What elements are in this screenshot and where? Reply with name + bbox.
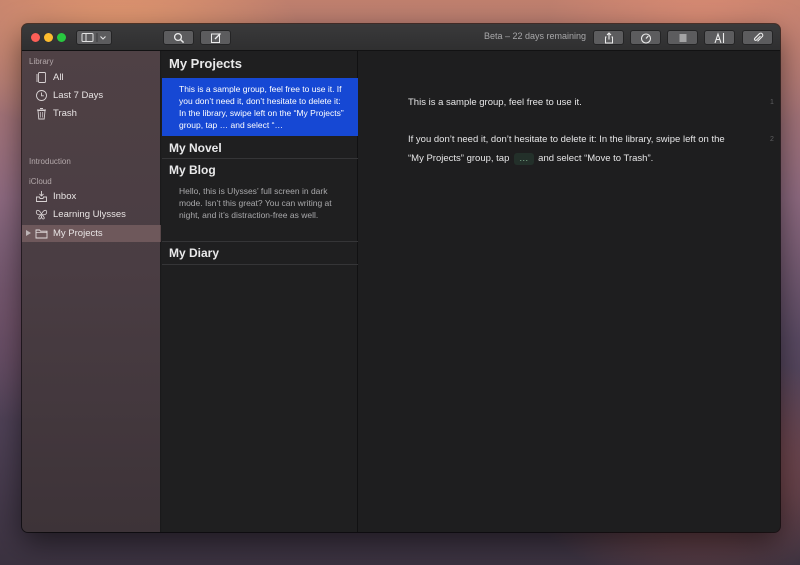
- list-icon: [679, 34, 686, 41]
- butterfly-icon: [35, 209, 48, 220]
- sheet-item-selected[interactable]: This is a sample group, feel free to use…: [162, 78, 358, 136]
- sidebar-item-label: My Projects: [53, 228, 103, 239]
- list-divider: [162, 158, 358, 159]
- sidebar-item-all[interactable]: All: [22, 69, 161, 86]
- sheet-list: My Projects This is a sample group, feel…: [162, 51, 358, 532]
- outline-button[interactable]: [667, 30, 698, 45]
- sidebar-item-label: All: [53, 72, 64, 83]
- library-sidebar: Library All Last 7 Days Trash Introducti…: [22, 51, 161, 532]
- sidebar-item-label: Learning Ulysses: [53, 209, 126, 220]
- sidebar-item-last-7-days[interactable]: Last 7 Days: [22, 87, 161, 104]
- sheet-item-my-blog[interactable]: Hello, this is Ulysses’ full screen in d…: [162, 180, 358, 240]
- ellipsis-button-chip: …: [514, 153, 534, 165]
- paragraph-number: 2: [770, 136, 774, 143]
- sidebar-item-inbox[interactable]: Inbox: [22, 188, 161, 205]
- list-divider: [162, 241, 358, 242]
- trash-icon: [37, 108, 46, 120]
- compose-icon: [210, 32, 221, 43]
- sidebar-item-my-projects[interactable]: My Projects: [22, 225, 161, 242]
- close-window-button[interactable]: [31, 33, 40, 42]
- zoom-window-button[interactable]: [57, 33, 66, 42]
- new-sheet-button[interactable]: [200, 30, 231, 45]
- group-my-blog[interactable]: My Blog: [169, 163, 216, 177]
- paperclip-icon: [753, 32, 763, 42]
- paragraph-number: 1: [770, 99, 774, 106]
- introduction-section-header[interactable]: Introduction: [29, 157, 71, 166]
- text-cursor-icon: [713, 31, 724, 43]
- sidebar-item-label: Inbox: [53, 191, 77, 202]
- attachments-button[interactable]: [742, 30, 773, 45]
- group-my-diary[interactable]: My Diary: [169, 246, 219, 260]
- group-my-novel[interactable]: My Novel: [169, 141, 222, 155]
- editor[interactable]: This is a sample group, feel free to use…: [359, 51, 780, 532]
- toolbar: Beta – 22 days remaining: [22, 24, 780, 51]
- library-section-header: Library: [29, 57, 54, 66]
- folder-icon: [35, 229, 48, 239]
- sidebar-item-trash[interactable]: Trash: [22, 105, 161, 122]
- clock-icon: [36, 90, 47, 101]
- sidebar-item-label: Trash: [53, 108, 77, 119]
- sidebar-item-learning-ulysses[interactable]: Learning Ulysses: [22, 206, 161, 223]
- app-window: Beta – 22 days remaining Library All Las…: [22, 24, 780, 532]
- speedometer-icon: [640, 32, 651, 44]
- sidebar-item-label: Last 7 Days: [53, 90, 104, 101]
- sheet-list-title: My Projects: [169, 56, 242, 71]
- search-icon: [173, 32, 184, 43]
- list-divider: [162, 264, 358, 265]
- markup-button[interactable]: [704, 30, 735, 45]
- minimize-window-button[interactable]: [44, 33, 53, 42]
- search-button[interactable]: [163, 30, 194, 45]
- sidebar-toggle-button[interactable]: [76, 30, 112, 45]
- sidebar-icon: [81, 33, 106, 42]
- stack-icon: [36, 72, 46, 83]
- icloud-section-header: iCloud: [29, 177, 52, 186]
- share-button[interactable]: [593, 30, 624, 45]
- inbox-icon: [36, 191, 47, 202]
- disclosure-triangle-icon[interactable]: [26, 230, 31, 236]
- beta-status-text: Beta – 22 days remaining: [484, 31, 587, 41]
- statistics-button[interactable]: [630, 30, 661, 45]
- editor-paragraph-1[interactable]: This is a sample group, feel free to use…: [408, 93, 738, 112]
- share-icon: [604, 31, 613, 43]
- editor-paragraph-2-text: and select “Move to Trash”.: [538, 153, 654, 164]
- editor-paragraph-2[interactable]: If you don’t need it, don’t hesitate to …: [408, 130, 738, 168]
